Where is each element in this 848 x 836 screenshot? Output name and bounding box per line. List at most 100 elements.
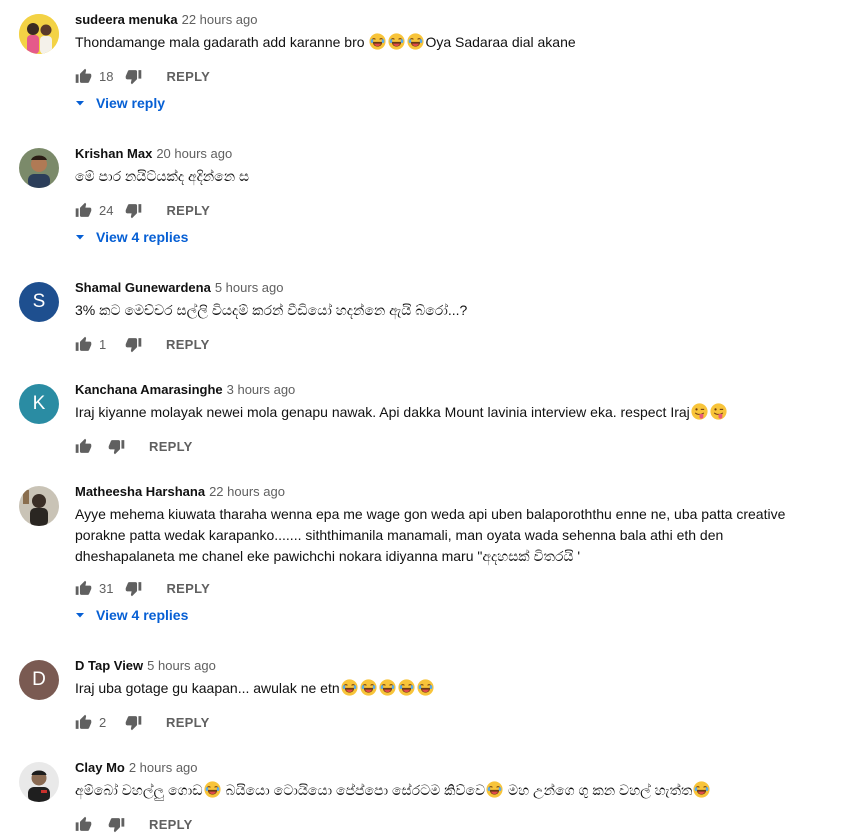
comment-text: මේ පාර නයිට්යක්ද අදින්නෙ ස [75, 168, 250, 184]
user-photo-icon [19, 14, 59, 54]
comment-header: sudeera menuka 22 hours ago [75, 12, 258, 27]
reply-button[interactable]: REPLY [166, 581, 210, 596]
reply-button[interactable]: REPLY [149, 817, 193, 832]
comment-text-part: Oya Sadaraa dial akane [425, 34, 576, 50]
comment-actions: 1 REPLY [75, 334, 210, 354]
laughing-emoji-icon [486, 781, 503, 798]
timestamp[interactable]: 5 hours ago [215, 280, 284, 295]
author-name[interactable]: Kanchana Amarasinghe [75, 382, 223, 397]
comment-text: Ayye mehema kiuwata tharaha wenna epa me… [75, 506, 786, 564]
avatar[interactable]: D [19, 660, 59, 700]
comment-text: Iraj kiyanne molayak newei mola genapu n… [75, 402, 815, 423]
reply-button[interactable]: REPLY [166, 337, 210, 352]
comment-text: අම්බෝ වහල්ලු ගොඩ බයියො ටොයියො පේප්පො සේර… [75, 780, 815, 801]
timestamp[interactable]: 3 hours ago [227, 382, 296, 397]
user-photo-icon [19, 148, 59, 188]
avatar-letter: S [32, 291, 46, 312]
reply-button[interactable]: REPLY [166, 715, 210, 730]
view-replies-button[interactable]: View 4 replies [75, 229, 188, 245]
reply-button[interactable]: REPLY [166, 203, 210, 218]
comment-header: Krishan Max 20 hours ago [75, 146, 232, 161]
comment-header: Kanchana Amarasinghe 3 hours ago [75, 382, 295, 397]
comment-actions: 24 REPLY [75, 200, 210, 220]
winking-tongue-emoji-icon [710, 403, 727, 420]
timestamp[interactable]: 22 hours ago [182, 12, 258, 27]
like-count: 18 [99, 68, 114, 84]
comment-actions: 2 REPLY [75, 712, 210, 732]
comment-header: Matheesha Harshana 22 hours ago [75, 484, 285, 499]
thumbs-down-icon[interactable] [125, 714, 142, 731]
thumbs-up-icon[interactable] [75, 714, 92, 731]
comment-text-part: බයියො ටොයියො පේප්පො සේරටම කිව්වෙ [221, 782, 486, 798]
laughing-emoji-icon [360, 679, 377, 696]
comment-text-part: Thondamange mala gadarath add karanne br… [75, 34, 369, 50]
laughing-emoji-icon [693, 781, 710, 798]
laughing-emoji-icon [341, 679, 358, 696]
reply-button[interactable]: REPLY [149, 439, 193, 454]
view-replies-button[interactable]: View 4 replies [75, 607, 188, 623]
comment-header: Clay Mo 2 hours ago [75, 760, 198, 775]
avatar-letter: K [32, 393, 46, 414]
thumbs-down-icon[interactable] [108, 816, 125, 833]
view-replies-label: View 4 replies [96, 607, 189, 623]
avatar[interactable] [19, 762, 59, 802]
timestamp[interactable]: 2 hours ago [129, 760, 198, 775]
winking-tongue-emoji-icon [691, 403, 708, 420]
author-name[interactable]: sudeera menuka [75, 12, 178, 27]
comment-text-part: Iraj uba gotage gu kaapan... awulak ne e… [75, 680, 340, 696]
view-replies-label: View 4 replies [96, 229, 189, 245]
author-name[interactable]: Krishan Max [75, 146, 152, 161]
chevron-down-icon [75, 98, 85, 108]
reply-button[interactable]: REPLY [166, 69, 210, 84]
author-name[interactable]: D Tap View [75, 658, 143, 673]
avatar[interactable]: S [19, 282, 59, 322]
comment-actions: REPLY [75, 436, 193, 456]
like-count: 1 [99, 336, 107, 352]
thumbs-down-icon[interactable] [125, 68, 142, 85]
thumbs-down-icon[interactable] [125, 202, 142, 219]
laughing-emoji-icon [388, 33, 405, 50]
comment-actions: 31 REPLY [75, 578, 210, 598]
laughing-emoji-icon [204, 781, 221, 798]
laughing-emoji-icon [417, 679, 434, 696]
like-count: 2 [99, 714, 107, 730]
avatar[interactable] [19, 148, 59, 188]
thumbs-up-icon[interactable] [75, 816, 92, 833]
author-name[interactable]: Shamal Gunewardena [75, 280, 211, 295]
avatar[interactable] [19, 14, 59, 54]
comment-actions: REPLY [75, 814, 193, 834]
comment-text-part: අම්බෝ වහල්ලු ගොඩ [75, 782, 203, 798]
avatar[interactable] [19, 486, 59, 526]
user-photo-icon [19, 762, 59, 802]
laughing-emoji-icon [379, 679, 396, 696]
avatar[interactable]: K [19, 384, 59, 424]
timestamp[interactable]: 20 hours ago [156, 146, 232, 161]
author-name[interactable]: Clay Mo [75, 760, 125, 775]
laughing-emoji-icon [407, 33, 424, 50]
comment-header: Shamal Gunewardena 5 hours ago [75, 280, 284, 295]
laughing-emoji-icon [398, 679, 415, 696]
chevron-down-icon [75, 610, 85, 620]
laughing-emoji-icon [369, 33, 386, 50]
thumbs-down-icon[interactable] [125, 580, 142, 597]
avatar-letter: D [32, 669, 46, 690]
comment-text: 3% කට මෙච්චර සල්ලි වියදම් කරන් වීඩියෝ හද… [75, 302, 468, 318]
user-photo-icon [19, 486, 59, 526]
comment-text-part: Iraj kiyanne molayak newei mola genapu n… [75, 404, 690, 420]
comment-header: D Tap View 5 hours ago [75, 658, 216, 673]
view-replies-label: View reply [96, 95, 166, 111]
timestamp[interactable]: 5 hours ago [147, 658, 216, 673]
thumbs-down-icon[interactable] [108, 438, 125, 455]
thumbs-up-icon[interactable] [75, 336, 92, 353]
thumbs-down-icon[interactable] [125, 336, 142, 353]
like-count: 31 [99, 580, 114, 596]
view-replies-button[interactable]: View reply [75, 95, 165, 111]
comment-text: Iraj uba gotage gu kaapan... awulak ne e… [75, 678, 815, 699]
author-name[interactable]: Matheesha Harshana [75, 484, 205, 499]
thumbs-up-icon[interactable] [75, 202, 92, 219]
thumbs-up-icon[interactable] [75, 580, 92, 597]
timestamp[interactable]: 22 hours ago [209, 484, 285, 499]
thumbs-up-icon[interactable] [75, 68, 92, 85]
comment-text: Thondamange mala gadarath add karanne br… [75, 32, 815, 53]
thumbs-up-icon[interactable] [75, 438, 92, 455]
